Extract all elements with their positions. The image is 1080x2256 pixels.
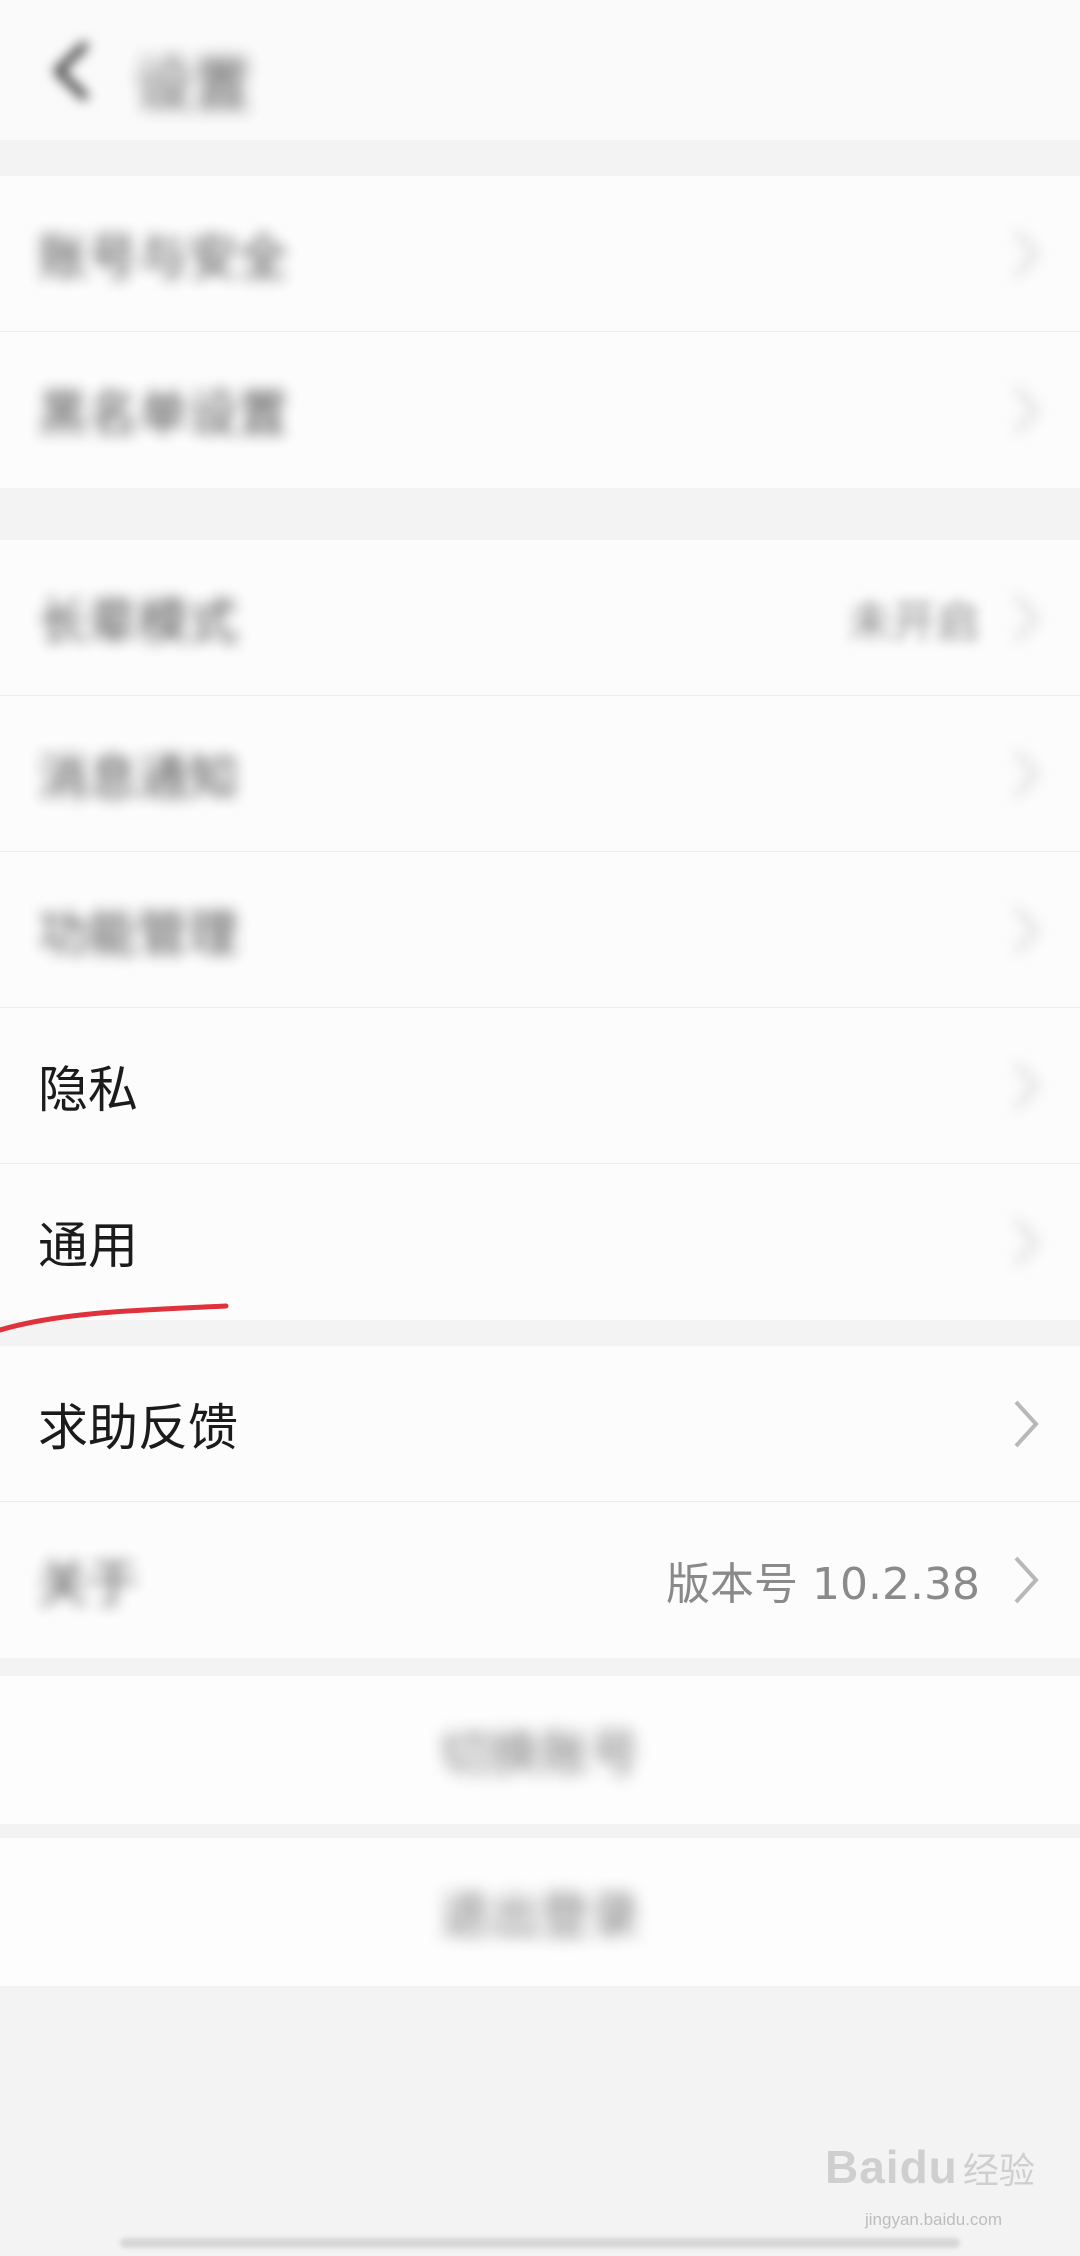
chevron-right-icon — [1014, 1062, 1039, 1109]
switch-account-label: 切换账号 — [440, 1725, 640, 1783]
switch-account-button[interactable]: 切换账号 — [0, 1676, 1080, 1824]
settings-group-account: 账号与安全 黑名单设置 — [0, 176, 1080, 488]
row-label: 消息通知 — [38, 748, 238, 807]
version-value: 版本号 10.2.38 — [666, 1559, 980, 1610]
back-arrow-icon[interactable] — [40, 36, 110, 106]
chevron-right-icon — [1014, 1218, 1039, 1266]
row-label: 账号与安全 — [38, 228, 288, 287]
bottom-bar — [120, 2238, 960, 2248]
annotation-underline — [0, 1303, 229, 1333]
settings-row-blacklist[interactable]: 黑名单设置 — [0, 332, 1080, 488]
row-label: 隐私 — [38, 1060, 138, 1119]
settings-row-about[interactable]: 关于 版本号 10.2.38 — [0, 1502, 1080, 1658]
row-label: 通用 — [38, 1217, 138, 1275]
row-label: 求助反馈 — [38, 1398, 238, 1457]
watermark-url: jingyan.baidu.com — [865, 2210, 1003, 2229]
row-label: 功能管理 — [38, 904, 238, 963]
chevron-right-icon — [1014, 906, 1039, 953]
row-label: 黑名单设置 — [38, 385, 288, 443]
settings-group-help: 求助反馈 关于 版本号 10.2.38 — [0, 1346, 1080, 1658]
settings-row-account-security[interactable]: 账号与安全 — [0, 176, 1080, 332]
watermark-logo: Baidu — [825, 2141, 958, 2193]
row-value: 未开启 — [848, 596, 980, 648]
settings-row-elder-mode[interactable]: 长辈模式 未开启 — [0, 540, 1080, 696]
page-title: 设置 — [135, 51, 252, 119]
header-bar: 设置 — [0, 0, 1080, 140]
chevron-right-icon — [1014, 1400, 1039, 1447]
chevron-right-icon — [1014, 594, 1039, 641]
chevron-right-icon — [1014, 750, 1039, 797]
chevron-right-icon — [1014, 386, 1039, 434]
settings-row-feedback[interactable]: 求助反馈 — [0, 1346, 1080, 1502]
row-label: 长辈模式 — [38, 592, 238, 651]
row-label: 关于 — [38, 1555, 138, 1613]
chevron-right-icon — [1014, 1556, 1039, 1604]
settings-row-features[interactable]: 功能管理 — [0, 852, 1080, 1008]
baidu-jingyan-watermark: Baidu 经验 jingyan.baidu.com — [825, 2140, 1055, 2250]
logout-label: 退出登录 — [440, 1887, 640, 1945]
settings-page: 设置 账号与安全 黑名单设置 长辈模式 未开启 消息通知 功能管理 隐私 通用 … — [0, 0, 1080, 2256]
logout-button[interactable]: 退出登录 — [0, 1838, 1080, 1986]
settings-group-main: 长辈模式 未开启 消息通知 功能管理 隐私 通用 — [0, 540, 1080, 1320]
settings-row-privacy[interactable]: 隐私 — [0, 1008, 1080, 1164]
watermark-cn: 经验 — [962, 2151, 1035, 2192]
settings-row-notifications[interactable]: 消息通知 — [0, 696, 1080, 852]
chevron-right-icon — [1014, 230, 1039, 277]
